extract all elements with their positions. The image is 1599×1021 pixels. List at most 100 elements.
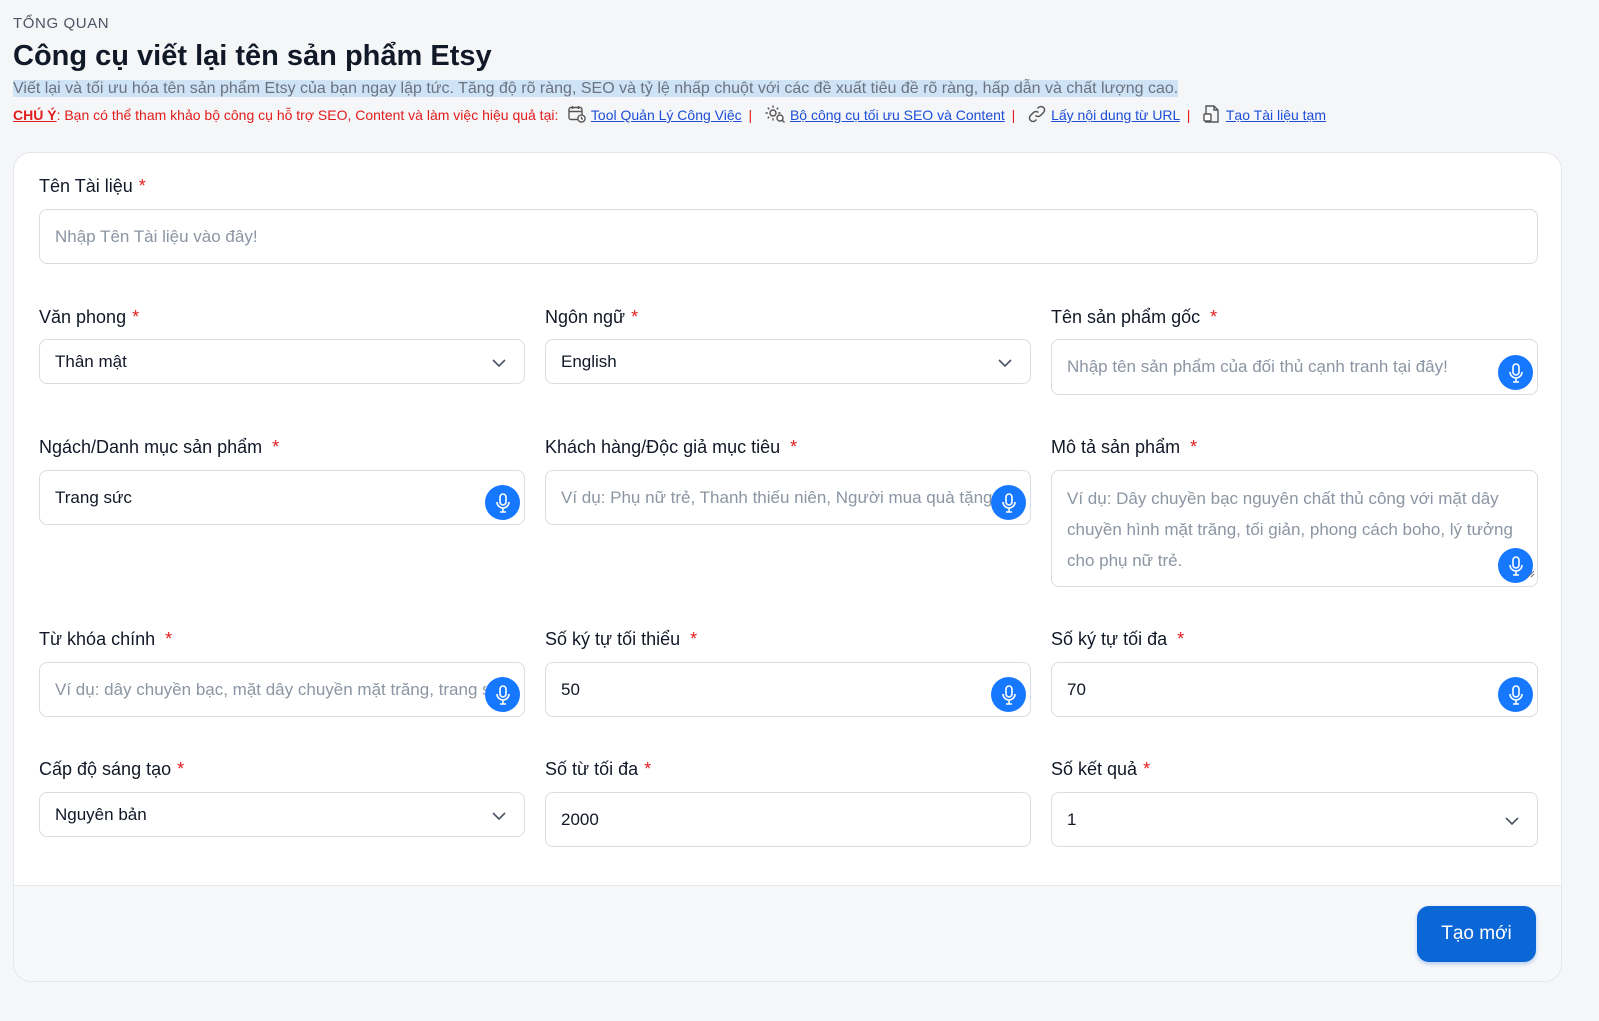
required-mark: * (690, 629, 698, 649)
required-mark: * (1190, 437, 1198, 457)
subtitle-text: Viết lại và tối ưu hóa tên sản phẩm Etsy… (13, 80, 1179, 97)
link-separator: | (1011, 107, 1016, 123)
results-field: Số kết quả * 1 (1051, 757, 1538, 849)
max-chars-input[interactable]: 70 (1051, 662, 1538, 717)
original-name-field: Tên sản phẩm gốc * Nhập tên sản phẩm của … (1051, 305, 1538, 397)
mic-button[interactable] (991, 677, 1026, 712)
microphone-icon (1001, 684, 1016, 705)
resize-handle-icon[interactable] (1527, 562, 1535, 584)
required-mark: * (1210, 307, 1218, 327)
page-subtitle: Viết lại và tối ưu hóa tên sản phẩm Etsy… (13, 78, 1579, 100)
mic-button[interactable] (991, 485, 1026, 520)
max-words-field: Số từ tối đa * 2000 (545, 757, 1031, 849)
audience-input[interactable]: Ví dụ: Phụ nữ trẻ, Thanh thiếu niên, Ngư… (545, 470, 1031, 525)
max-words-input[interactable]: 2000 (545, 792, 1031, 847)
max-chars-value: 70 (1067, 679, 1086, 699)
link-separator: | (748, 107, 753, 123)
page-title: Công cụ viết lại tên sản phẩm Etsy (13, 40, 492, 72)
max-chars-field: Số ký tự tối đa * 70 (1051, 627, 1538, 719)
audience-label: Khách hàng/Độc giả mục tiêu (545, 437, 781, 457)
page-overline: TỔNG QUAN (13, 15, 110, 32)
tone-label: Văn phong (39, 307, 127, 327)
microphone-icon (1508, 684, 1523, 705)
microphone-icon (1001, 492, 1016, 513)
min-chars-input[interactable]: 50 (545, 662, 1031, 717)
original-name-placeholder: Nhập tên sản phẩm của đối thủ cạnh tranh… (1067, 357, 1448, 376)
original-name-label: Tên sản phẩm gốc (1051, 307, 1201, 327)
keywords-label: Từ khóa chính (39, 629, 156, 649)
required-mark: * (644, 759, 652, 779)
audience-field: Khách hàng/Độc giả mục tiêu * Ví dụ: Phụ … (545, 435, 1031, 527)
chevron-down-icon (492, 351, 506, 373)
link-icon (1027, 104, 1047, 129)
required-mark: * (132, 307, 140, 327)
microphone-icon (1508, 555, 1523, 576)
chevron-down-icon (492, 804, 506, 826)
audience-placeholder: Ví dụ: Phụ nữ trẻ, Thanh thiếu niên, Ngư… (561, 487, 992, 507)
niche-value: Trang sức (55, 487, 132, 507)
required-mark: * (1177, 629, 1185, 649)
link-get-content-from-url[interactable]: Lấy nội dung từ URL (1051, 107, 1180, 123)
doc-name-input[interactable]: Nhập Tên Tài liệu vào đây! (39, 209, 1538, 264)
gear-search-icon (764, 104, 786, 129)
language-value: English (561, 351, 617, 371)
link-task-tool[interactable]: Tool Quản Lý Công Việc (591, 107, 742, 123)
original-name-input[interactable]: Nhập tên sản phẩm của đối thủ cạnh tranh… (1051, 339, 1538, 395)
niche-label: Ngách/Danh mục sản phẩm (39, 437, 263, 457)
max-words-label: Số từ tối đa (545, 759, 639, 779)
required-mark: * (272, 437, 280, 457)
description-textarea[interactable]: Ví dụ: Dây chuyền bạc nguyên chất thủ cô… (1051, 470, 1538, 587)
mic-button[interactable] (485, 677, 520, 712)
page-header: TỔNG QUAN Công cụ viết lại tên sản phẩm … (13, 14, 1579, 129)
creativity-select[interactable]: Nguyên bản (39, 792, 525, 837)
max-words-value: 2000 (561, 809, 599, 829)
results-label: Số kết quả (1051, 759, 1138, 779)
description-label: Mô tả sản phẩm (1051, 437, 1181, 457)
keywords-field: Từ khóa chính * Ví dụ: dây chuyền bạc, mặ… (39, 627, 525, 719)
mic-button[interactable] (485, 485, 520, 520)
form-card: Tên Tài liệu * Nhập Tên Tài liệu vào đây!… (13, 152, 1562, 982)
description-placeholder: Ví dụ: Dây chuyền bạc nguyên chất thủ cô… (1067, 489, 1513, 570)
link-seo-content-tools[interactable]: Bộ công cụ tối ưu SEO và Content (790, 107, 1005, 123)
results-value: 1 (1067, 809, 1077, 829)
link-create-temp-doc[interactable]: Tạo Tài liệu tạm (1226, 107, 1326, 123)
max-chars-label: Số ký tự tối đa (1051, 629, 1168, 649)
min-chars-value: 50 (561, 679, 580, 699)
microphone-icon (1508, 362, 1523, 383)
chevron-down-icon (998, 351, 1012, 373)
tone-field: Văn phong * Thân mật (39, 305, 525, 385)
chevron-down-icon (1505, 809, 1519, 831)
create-button[interactable]: Tạo mới (1417, 906, 1536, 962)
microphone-icon (495, 684, 510, 705)
required-mark: * (790, 437, 798, 457)
language-select[interactable]: English (545, 339, 1031, 384)
link-separator: | (1186, 107, 1191, 123)
doc-name-placeholder: Nhập Tên Tài liệu vào đây! (55, 226, 258, 246)
results-select[interactable]: 1 (1051, 792, 1538, 847)
niche-input[interactable]: Trang sức (39, 470, 525, 525)
tone-select[interactable]: Thân mật (39, 339, 525, 384)
creativity-field: Cấp độ sáng tạo * Nguyên bản (39, 757, 525, 839)
note-text: : Bạn có thể tham khảo bộ công cụ hỗ trợ… (56, 107, 559, 123)
mic-button[interactable] (1498, 355, 1533, 390)
niche-field: Ngách/Danh mục sản phẩm * Trang sức (39, 435, 525, 527)
keywords-placeholder: Ví dụ: dây chuyền bạc, mặt dây chuyền mặ… (55, 679, 486, 699)
creativity-label: Cấp độ sáng tạo (39, 759, 172, 779)
keywords-input[interactable]: Ví dụ: dây chuyền bạc, mặt dây chuyền mặ… (39, 662, 525, 717)
microphone-icon (495, 492, 510, 513)
min-chars-label: Số ký tự tối thiểu (545, 629, 681, 649)
note-line: CHÚ Ý: Bạn có thể tham khảo bộ công cụ h… (13, 104, 1579, 129)
calendar-clock-icon (567, 104, 587, 129)
document-icon (1202, 104, 1222, 129)
language-label: Ngôn ngữ (545, 307, 626, 327)
required-mark: * (1143, 759, 1151, 779)
creativity-value: Nguyên bản (55, 804, 147, 824)
mic-button[interactable] (1498, 677, 1533, 712)
form-footer: Tạo mới (14, 885, 1561, 981)
note-prefix: CHÚ Ý (13, 107, 57, 123)
description-field: Mô tả sản phẩm * Ví dụ: Dây chuyền bạc ng… (1051, 435, 1538, 590)
min-chars-field: Số ký tự tối thiểu * 50 (545, 627, 1031, 719)
required-mark: * (177, 759, 185, 779)
tone-value: Thân mật (55, 351, 127, 371)
doc-name-field: Tên Tài liệu * Nhập Tên Tài liệu vào đây! (39, 174, 1538, 266)
